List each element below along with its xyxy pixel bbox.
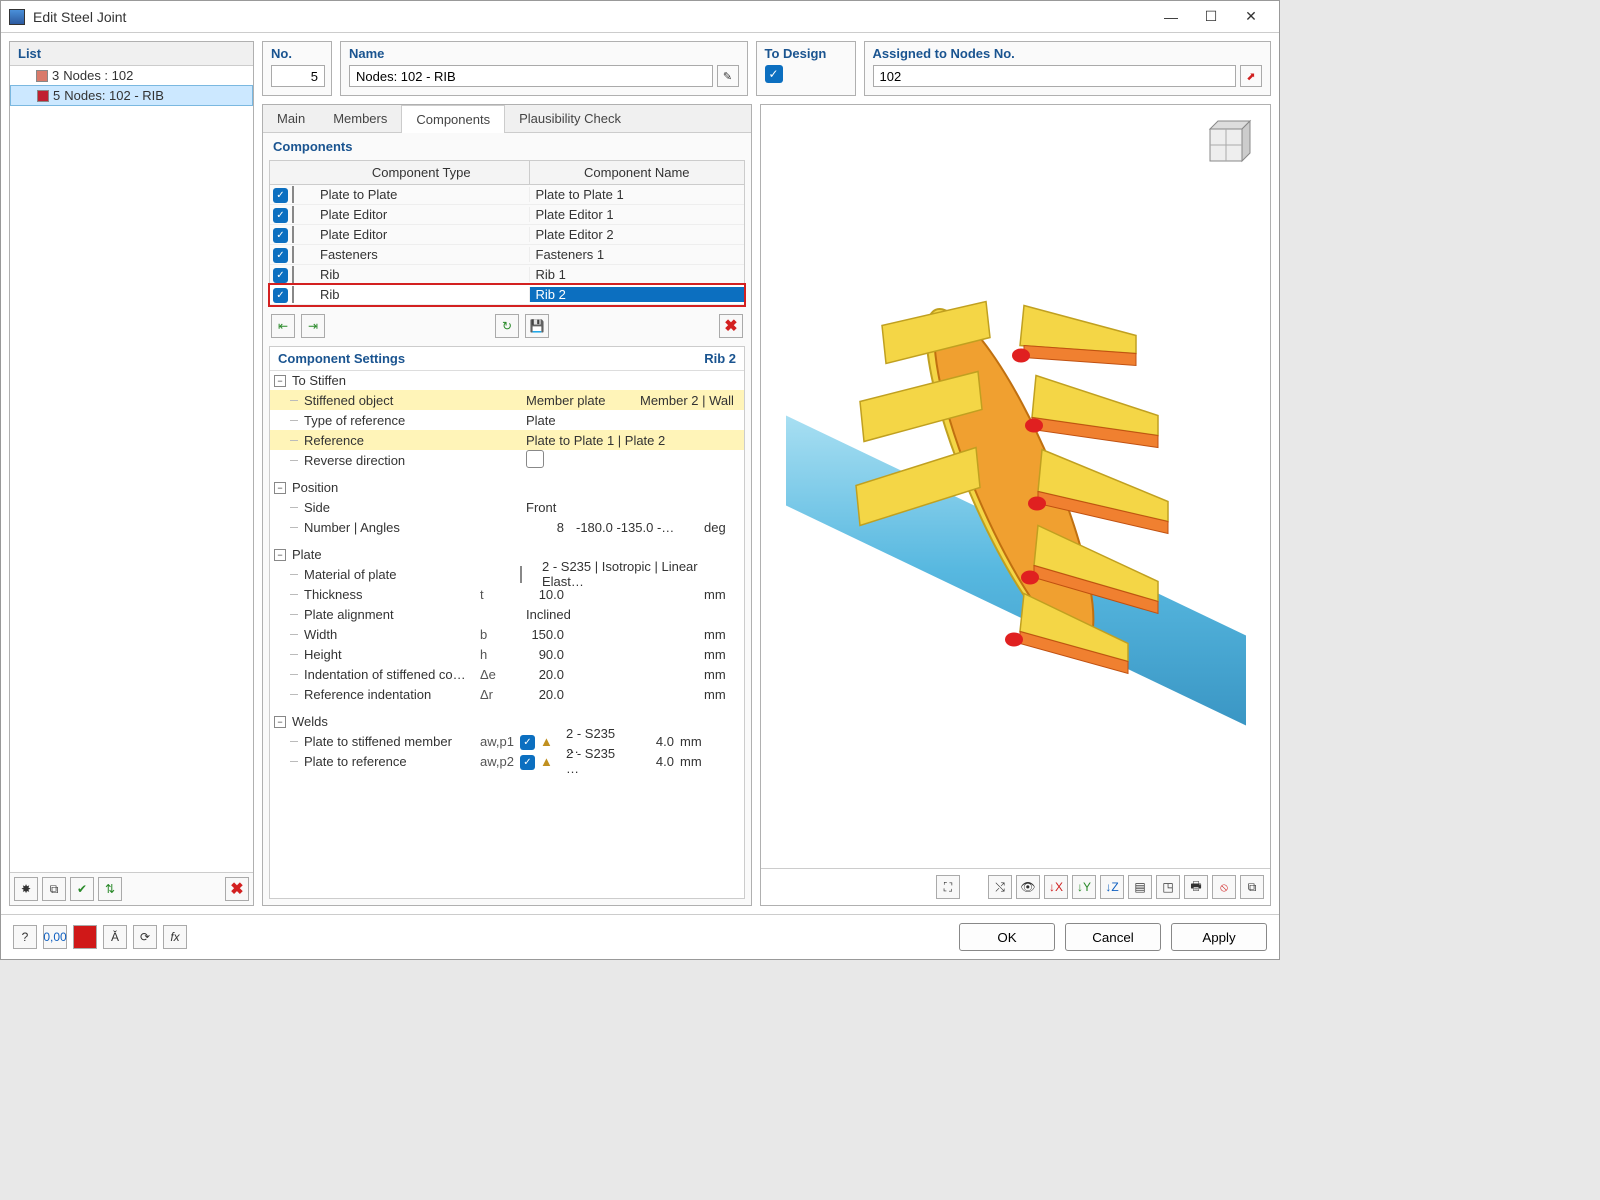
view-y-button[interactable]: ↓Y (1072, 875, 1096, 899)
check-button[interactable]: ✔ (70, 877, 94, 901)
refresh-button[interactable]: ↻ (495, 314, 519, 338)
settings-title: Component Settings (278, 351, 704, 366)
titlebar: Edit Steel Joint — ☐ ✕ (1, 1, 1279, 33)
axis-triad-button[interactable]: ⤭ (988, 875, 1012, 899)
formula-button[interactable]: fx (163, 925, 187, 949)
collapse-icon[interactable]: − (274, 716, 286, 728)
layers-button[interactable]: ▤ (1128, 875, 1152, 899)
name-input[interactable] (349, 65, 713, 87)
viewer-panel: ⛶ ⤭ 👁 ↓X ↓Y ↓Z ▤ ◳ 🖶 ⦸ ⧉ (760, 104, 1271, 906)
component-row[interactable]: ✓ Plate EditorPlate Editor 2 (270, 225, 744, 245)
edit-name-icon[interactable]: ✎ (717, 65, 739, 87)
bottom-bar: ? 0,00 Ǎ ⟳ fx OK Cancel Apply (1, 914, 1279, 959)
field-no: No. (262, 41, 332, 96)
viewer-toolbar: ⛶ ⤭ 👁 ↓X ↓Y ↓Z ▤ ◳ 🖶 ⦸ ⧉ (761, 868, 1270, 905)
property-row[interactable]: Plate to stiffened memberaw,p1✓▲2 - S235… (270, 731, 744, 751)
ok-button[interactable]: OK (959, 923, 1055, 951)
list-row[interactable]: 5Nodes: 102 - RIB (10, 85, 253, 106)
viewer-3d[interactable] (761, 105, 1270, 868)
to-design-checkbox[interactable]: ✓ (765, 65, 783, 83)
solid-view-button[interactable]: ◳ (1156, 875, 1180, 899)
no-input[interactable] (271, 65, 325, 87)
copy-item-button[interactable]: ⧉ (42, 877, 66, 901)
new-item-button[interactable]: ✸ (14, 877, 38, 901)
component-row[interactable]: ✓ RibRib 1 (270, 265, 744, 285)
delete-component-button[interactable]: ✖ (719, 314, 743, 338)
model-render (786, 225, 1246, 748)
insert-after-button[interactable]: ⇥ (301, 314, 325, 338)
component-row[interactable]: ✓ Plate EditorPlate Editor 1 (270, 205, 744, 225)
window-title: Edit Steel Joint (33, 9, 1151, 25)
center-panel: MainMembersComponentsPlausibility Check … (262, 104, 752, 906)
zoom-extents-button[interactable]: ⛶ (936, 875, 960, 899)
save-library-button[interactable]: 💾 (525, 314, 549, 338)
delete-item-button[interactable]: ✖ (225, 877, 249, 901)
property-row[interactable]: Plate to referenceaw,p2✓▲2 - S235 …4.0mm (270, 751, 744, 771)
property-row[interactable]: Reverse direction (270, 450, 744, 470)
collapse-icon[interactable]: − (274, 375, 286, 387)
collapse-icon[interactable]: − (274, 482, 286, 494)
view-eye-button[interactable]: 👁 (1016, 875, 1040, 899)
components-title: Components (263, 133, 751, 160)
component-row[interactable]: ✓ RibRib 2 (270, 285, 744, 305)
collapse-icon[interactable]: − (274, 549, 286, 561)
help-button[interactable]: ? (13, 925, 37, 949)
property-row[interactable]: ReferencePlate to Plate 1 | Plate 2 (270, 430, 744, 450)
property-row[interactable]: Material of plate2 - S235 | Isotropic | … (270, 564, 744, 584)
app-icon (9, 9, 25, 25)
text-tool-button[interactable]: Ǎ (103, 925, 127, 949)
list-items[interactable]: 3Nodes : 1025Nodes: 102 - RIB (10, 66, 253, 872)
field-name: Name ✎ (340, 41, 748, 96)
property-row[interactable]: Reference indentationΔr20.0mm (270, 684, 744, 704)
checkbox[interactable] (526, 450, 544, 468)
list-panel: List 3Nodes : 1025Nodes: 102 - RIB ✸ ⧉ ✔… (9, 41, 254, 906)
property-row[interactable]: Type of referencePlate (270, 410, 744, 430)
detach-button[interactable]: ⧉ (1240, 875, 1264, 899)
print-button[interactable]: 🖶 (1184, 875, 1208, 899)
pick-nodes-icon[interactable]: ⬈ (1240, 65, 1262, 87)
property-row[interactable]: Stiffened objectMember plateMember 2 | W… (270, 390, 744, 410)
tab-main[interactable]: Main (263, 105, 319, 132)
close-button[interactable]: ✕ (1231, 3, 1271, 31)
view-z-button[interactable]: ↓Z (1100, 875, 1124, 899)
property-row[interactable]: SideFront (270, 497, 744, 517)
component-row[interactable]: ✓ Plate to PlatePlate to Plate 1 (270, 185, 744, 205)
view-x-button[interactable]: ↓X (1044, 875, 1068, 899)
cancel-button[interactable]: Cancel (1065, 923, 1161, 951)
color-button[interactable] (73, 925, 97, 949)
units-button[interactable]: 0,00 (43, 925, 67, 949)
settings-current: Rib 2 (704, 351, 736, 366)
property-row[interactable]: Plate alignmentInclined (270, 604, 744, 624)
property-row[interactable]: Number | Angles8-180.0 -135.0 -…deg (270, 517, 744, 537)
component-row[interactable]: ✓ FastenersFasteners 1 (270, 245, 744, 265)
list-row[interactable]: 3Nodes : 102 (10, 66, 253, 85)
nav-cube[interactable] (1194, 117, 1258, 173)
nodes-input[interactable] (873, 65, 1237, 87)
list-header: List (10, 42, 253, 66)
field-assigned-nodes: Assigned to Nodes No. ⬈ (864, 41, 1272, 96)
sync-button[interactable]: ⟳ (133, 925, 157, 949)
components-table: Component Type Component Name ✓ Plate to… (269, 160, 745, 306)
field-to-design: To Design ✓ (756, 41, 856, 96)
property-row[interactable]: Indentation of stiffened co…Δe20.0mm (270, 664, 744, 684)
tab-components[interactable]: Components (401, 105, 505, 133)
property-row[interactable]: Heighth90.0mm (270, 644, 744, 664)
tab-plausibility-check[interactable]: Plausibility Check (505, 105, 635, 132)
settings-body[interactable]: −To StiffenStiffened objectMember plateM… (270, 371, 744, 898)
maximize-button[interactable]: ☐ (1191, 3, 1231, 31)
clear-button[interactable]: ⦸ (1212, 875, 1236, 899)
property-row[interactable]: Widthb150.0mm (270, 624, 744, 644)
sort-button[interactable]: ⇅ (98, 877, 122, 901)
tab-members[interactable]: Members (319, 105, 401, 132)
tabs: MainMembersComponentsPlausibility Check (263, 105, 751, 133)
minimize-button[interactable]: — (1151, 3, 1191, 31)
apply-button[interactable]: Apply (1171, 923, 1267, 951)
insert-before-button[interactable]: ⇤ (271, 314, 295, 338)
